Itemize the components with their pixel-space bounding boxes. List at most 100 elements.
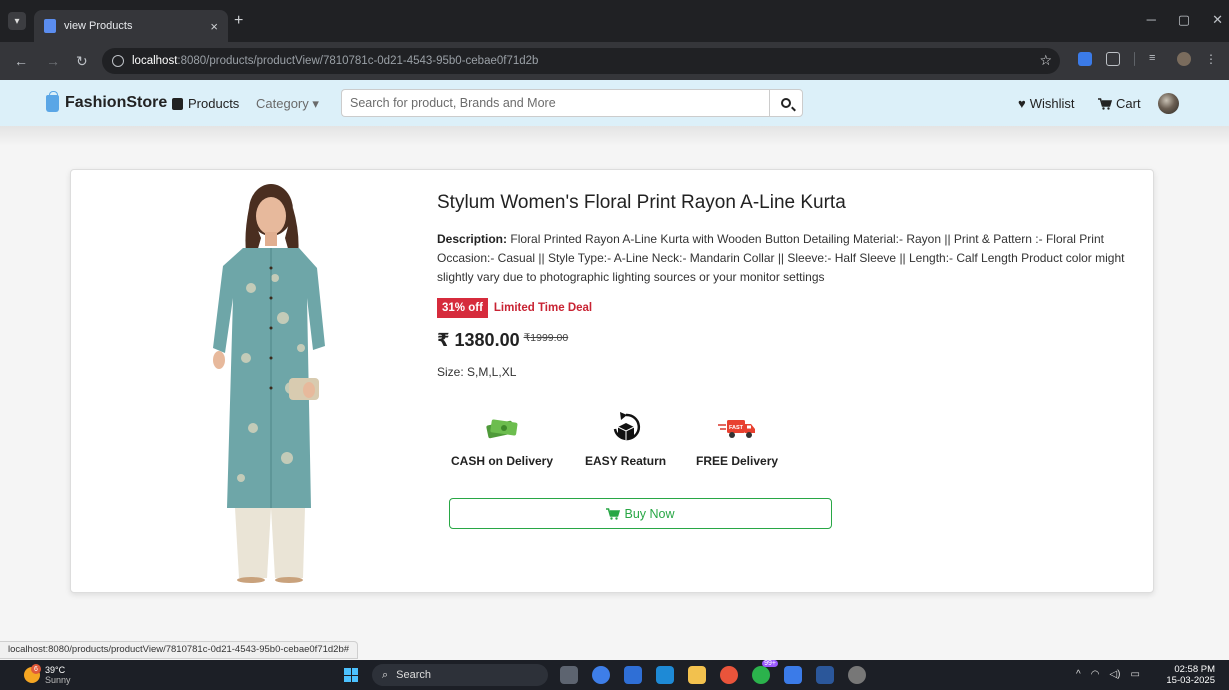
extension-icons: ≡ ⋮ — [1078, 52, 1219, 66]
new-tab-button[interactable]: + — [234, 12, 243, 30]
battery-icon[interactable]: ▭ — [1130, 669, 1139, 680]
buy-now-label: Buy Now — [624, 506, 675, 521]
extensions-puzzle-icon[interactable] — [1106, 52, 1120, 66]
heart-icon: ♥ — [1018, 96, 1026, 111]
clock-time: 02:58 PM — [1174, 664, 1215, 675]
nav-products-label: Products — [188, 96, 240, 111]
site-info-icon[interactable] — [112, 55, 124, 67]
weather-widget[interactable]: 6 39°C Sunny — [24, 664, 71, 685]
shop-icon — [172, 97, 183, 110]
link-status-bar: localhost:8080/products/productView/7810… — [0, 641, 359, 659]
browser-toolbar: ← → ↻ localhost:8080/products/productVie… — [0, 42, 1229, 80]
tab-close-icon[interactable]: × — [210, 19, 218, 34]
taskbar-apps: 99+ — [560, 660, 866, 684]
profile-avatar-icon[interactable] — [1177, 52, 1191, 66]
description-label: Description: — [437, 232, 508, 246]
product-description: Description: Floral Printed Rayon A-Line… — [437, 230, 1127, 287]
defender-icon[interactable] — [656, 666, 674, 684]
size-options: Size: S,M,L,XL — [437, 365, 517, 379]
file-explorer-icon[interactable] — [688, 666, 706, 684]
close-window-icon[interactable]: ✕ — [1212, 12, 1223, 28]
notification-badge: 6 — [31, 664, 41, 674]
feature-label: EASY Reaturn — [585, 454, 667, 468]
address-bar[interactable]: localhost:8080/products/productView/7810… — [102, 48, 1060, 74]
shopping-bag-icon — [46, 90, 59, 112]
task-view-icon[interactable] — [560, 666, 578, 684]
reading-list-icon[interactable]: ≡ — [1149, 52, 1163, 66]
browser-tabstrip: ▾ view Products × + ─ ▢ ✕ — [0, 0, 1229, 42]
search-button[interactable] — [769, 89, 803, 117]
url-text: localhost:8080/products/productView/7810… — [132, 55, 539, 67]
feature-free-delivery: FAST FREE Delivery — [696, 410, 778, 468]
navbar-shadow — [0, 126, 1229, 146]
description-text: Floral Printed Rayon A-Line Kurta with W… — [437, 232, 1125, 284]
clock-date: 15-03-2025 — [1166, 675, 1215, 686]
taskbar-search[interactable]: ⌕ Search — [372, 664, 548, 686]
wifi-icon[interactable]: ◠ — [1091, 669, 1100, 680]
settings-gear-icon[interactable] — [848, 666, 866, 684]
window-controls: ─ ▢ ✕ — [1147, 12, 1223, 28]
chevron-up-icon[interactable]: ^ — [1076, 669, 1081, 680]
svg-text:FAST: FAST — [729, 425, 744, 431]
extension-icon[interactable] — [1078, 52, 1092, 66]
back-icon[interactable]: ← — [14, 53, 28, 69]
copilot-icon[interactable] — [592, 666, 610, 684]
temperature: 39°C — [45, 665, 66, 675]
fast-delivery-truck-icon: FAST — [718, 420, 756, 438]
deal-label: Limited Time Deal — [493, 302, 593, 314]
user-avatar[interactable] — [1158, 93, 1179, 114]
brand-logo[interactable]: FashionStore — [46, 90, 168, 112]
reload-icon[interactable]: ↻ — [76, 53, 88, 70]
original-price: ₹1999.00 — [523, 332, 569, 344]
search-input[interactable] — [341, 89, 769, 117]
product-card: Stylum Women's Floral Print Rayon A-Line… — [70, 169, 1154, 593]
cash-icon — [486, 419, 518, 439]
nav-wishlist-link[interactable]: ♥ Wishlist — [1018, 96, 1075, 111]
bookmark-star-icon[interactable]: ☆ — [1039, 52, 1052, 69]
feature-label: FREE Delivery — [696, 454, 779, 468]
forward-icon[interactable]: → — [46, 53, 60, 69]
feature-label: CASH on Delivery — [451, 454, 554, 468]
tab-search-icon[interactable]: ▾ — [8, 12, 26, 30]
clock[interactable]: 02:58 PM 15-03-2025 — [1166, 664, 1215, 686]
store-icon[interactable] — [624, 666, 642, 684]
nav-cart-label: Cart — [1116, 96, 1141, 111]
brand-name: FashionStore — [65, 94, 168, 111]
minimize-icon[interactable]: ─ — [1147, 12, 1156, 28]
whatsapp-icon[interactable]: 99+ — [752, 660, 778, 684]
product-title: Stylum Women's Floral Print Rayon A-Line… — [437, 192, 846, 213]
maximize-icon[interactable]: ▢ — [1178, 12, 1190, 28]
vscode-icon[interactable] — [784, 666, 802, 684]
sale-price: ₹ 1380.00 — [437, 330, 520, 350]
nav-cart-link[interactable]: Cart — [1098, 96, 1141, 111]
system-tray: ^ ◠ ◁) ▭ — [1076, 669, 1140, 680]
cart-icon — [1098, 97, 1112, 110]
search-icon — [781, 98, 791, 108]
price-row: ₹ 1380.00 ₹1999.00 — [437, 330, 568, 351]
taskbar-search-label: Search — [396, 669, 432, 681]
windows-start-icon[interactable] — [344, 668, 358, 682]
nav-products-link[interactable]: Products — [172, 96, 239, 111]
word-icon[interactable] — [816, 666, 834, 684]
volume-icon[interactable]: ◁) — [1109, 669, 1120, 680]
toolbar-divider — [1134, 52, 1135, 66]
chrome-icon[interactable] — [720, 666, 738, 684]
tab-title: view Products — [64, 20, 133, 32]
buy-now-button[interactable]: Buy Now — [449, 498, 832, 529]
sun-icon: 6 — [24, 664, 41, 683]
weather-text: 39°C Sunny — [45, 665, 71, 685]
feature-easy-return: EASY Reaturn — [585, 410, 666, 468]
search-icon: ⌕ — [382, 668, 389, 681]
browser-tab[interactable]: view Products × — [34, 10, 228, 42]
category-dropdown[interactable]: Category ▾ — [256, 96, 319, 112]
browser-menu-icon[interactable]: ⋮ — [1205, 52, 1219, 66]
feature-cash-on-delivery: CASH on Delivery — [451, 410, 553, 468]
deal-row: 31% off Limited Time Deal — [437, 298, 592, 318]
product-image — [213, 184, 325, 583]
cart-icon — [606, 507, 621, 520]
weather-condition: Sunny — [45, 675, 71, 685]
return-box-icon — [613, 412, 640, 441]
discount-badge: 31% off — [437, 298, 488, 318]
nav-wishlist-label: Wishlist — [1029, 96, 1075, 111]
app-badge: 99+ — [762, 660, 778, 667]
